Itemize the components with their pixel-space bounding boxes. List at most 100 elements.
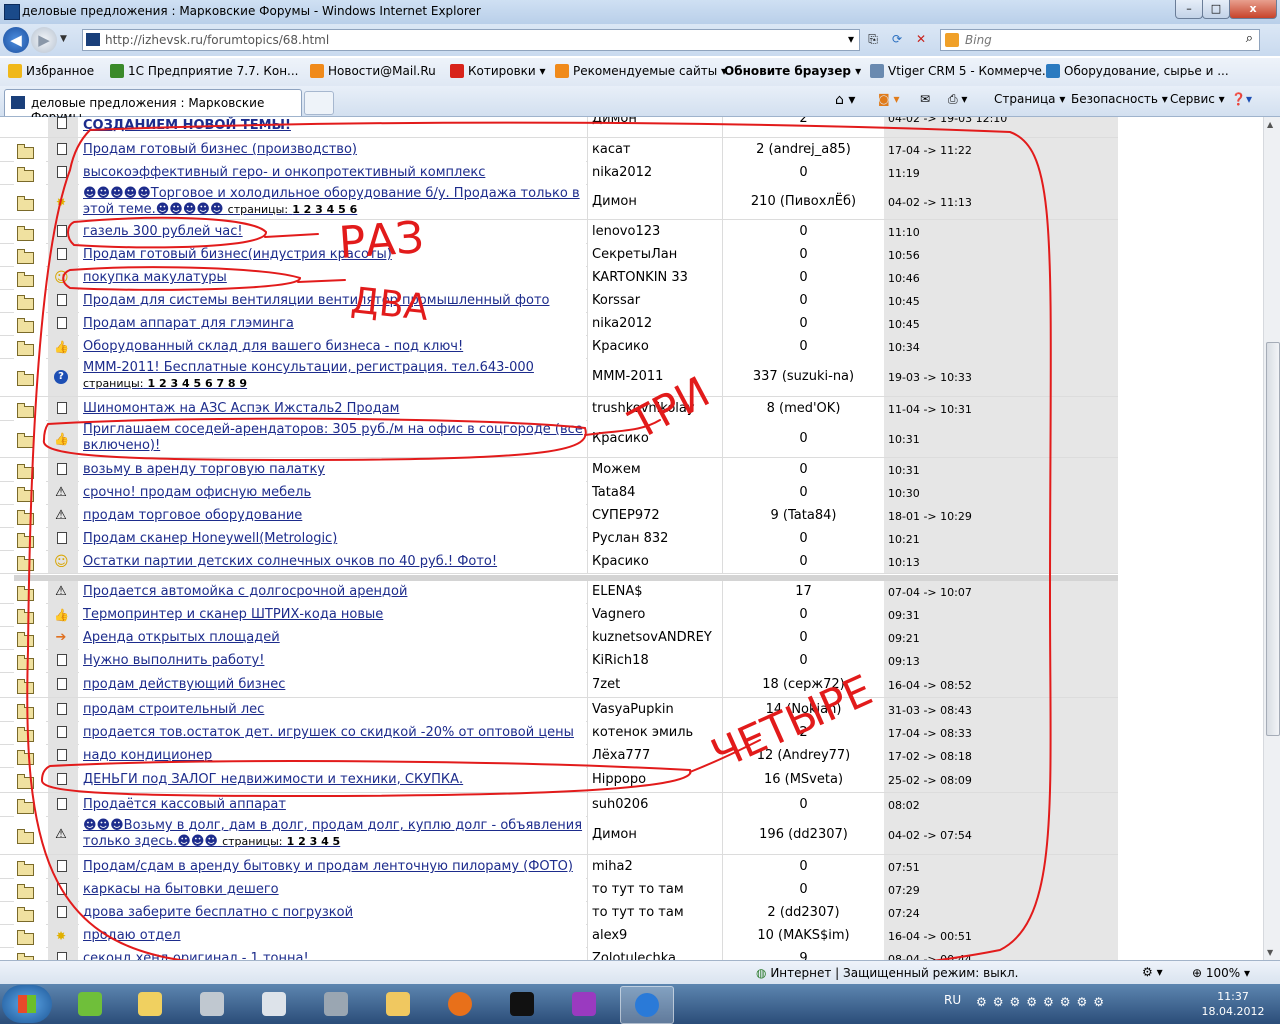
- topic-title-link[interactable]: продам действующий бизнес: [83, 677, 285, 693]
- safety-menu[interactable]: Безопасность ▾: [1071, 92, 1168, 106]
- page-links[interactable]: 1 2 3 4 5 6 7 8 9: [148, 377, 248, 390]
- topic-title-link[interactable]: МММ-2011! Бесплатные консультации, регис…: [83, 360, 583, 392]
- topic-title-link[interactable]: Продам готовый бизнес(индустрия красоты): [83, 247, 392, 263]
- language-indicator[interactable]: RU: [944, 993, 961, 1007]
- topic-title-link[interactable]: Продам для системы вентиляции вентилятор…: [83, 293, 549, 309]
- topic-title-link[interactable]: каркасы на бытовки дешего: [83, 882, 279, 898]
- page-menu[interactable]: Страница ▾: [994, 92, 1065, 106]
- rss-feeds-icon[interactable]: ◙ ▾: [878, 92, 899, 106]
- taskbar-app-tool[interactable]: [186, 986, 238, 1022]
- minimize-button[interactable]: –: [1175, 0, 1203, 19]
- topic-title-link[interactable]: Термопринтер и сканер ШТРИХ-кода новые: [83, 607, 383, 623]
- zoom-level: 100%: [1205, 966, 1241, 980]
- topic-title-link[interactable]: покупка макулатуры: [83, 270, 227, 286]
- folder-cell: [14, 855, 46, 878]
- topic-title-link[interactable]: срочно! продам офисную мебель: [83, 485, 311, 501]
- topic-title-link[interactable]: Продам сканер Honeywell(Metrologic): [83, 531, 337, 547]
- page-links[interactable]: 1 2 3 4 5: [287, 835, 341, 848]
- author-cell: trushkovnikolay: [587, 397, 722, 420]
- title-cell: Продам аппарат для глэминга: [79, 312, 586, 335]
- topic-title-link[interactable]: Шиномонтаж на АЗС Аспэк Ижсталь2 Продам: [83, 401, 399, 417]
- taskbar-app-pen[interactable]: [310, 986, 362, 1022]
- topic-replies: 0: [799, 339, 808, 354]
- zoom-control[interactable]: ⊕ 100% ▾: [1192, 966, 1250, 980]
- topic-title-link[interactable]: дрова заберите бесплатно с погрузкой: [83, 905, 353, 921]
- scrollbar-thumb[interactable]: [1266, 342, 1280, 736]
- print-icon[interactable]: ⎙ ▾: [948, 92, 967, 107]
- taskbar-app-ie[interactable]: [620, 986, 674, 1024]
- topic-title-link[interactable]: Оборудованный склад для вашего бизнеса -…: [83, 339, 463, 355]
- topic-title-link[interactable]: высокоэффективный геро- и онкопротективн…: [83, 165, 485, 181]
- home-icon[interactable]: ⌂ ▾: [835, 92, 855, 108]
- topic-title-link[interactable]: ☻☻☻☻☻Торговое и холодильное оборудование…: [83, 186, 583, 218]
- forward-button[interactable]: ▶: [31, 27, 57, 53]
- fav-link-suggested[interactable]: Рекомендуемые сайты ▾: [555, 64, 727, 78]
- topic-title-link[interactable]: Аренда открытых площадей: [83, 630, 280, 646]
- start-button[interactable]: [2, 985, 52, 1023]
- folder-cell: [14, 816, 46, 854]
- search-icon[interactable]: ⌕: [1246, 31, 1253, 46]
- topic-title-link[interactable]: продается тов.остаток дет. игрушек со ск…: [83, 725, 574, 741]
- help-icon[interactable]: ❓▾: [1231, 92, 1252, 106]
- address-bar[interactable]: http://izhevsk.ru/forumtopics/68.html: [82, 29, 860, 51]
- favorites-button[interactable]: Избранное: [8, 64, 94, 78]
- search-box[interactable]: Bing ⌕: [940, 29, 1260, 51]
- refresh-icon[interactable]: ⟳: [888, 31, 906, 48]
- protected-mode-icon[interactable]: ⚙ ▾: [1142, 965, 1163, 979]
- taskbar-app-gadgets[interactable]: [64, 986, 116, 1022]
- topic-title-link[interactable]: возьму в аренду торговую палатку: [83, 462, 325, 478]
- tools-menu[interactable]: Сервис ▾: [1170, 92, 1225, 106]
- taskbar-app-console[interactable]: [496, 986, 548, 1022]
- taskbar-app-calculator[interactable]: [248, 986, 300, 1022]
- maximize-button[interactable]: □: [1202, 0, 1230, 19]
- new-tab-button[interactable]: [304, 91, 334, 115]
- tray-icons[interactable]: ⚙⚙⚙⚙⚙⚙⚙⚙: [976, 995, 1110, 1009]
- topic-title-link[interactable]: продам торговое оборудование: [83, 508, 302, 524]
- taskbar-app-folder[interactable]: [124, 986, 176, 1022]
- topic-title-link[interactable]: продам строительный лес: [83, 702, 264, 718]
- recent-pages-dropdown-icon[interactable]: ▼: [60, 34, 67, 44]
- replies-cell: 0: [722, 793, 884, 816]
- scroll-up-icon[interactable]: ▲: [1267, 120, 1273, 129]
- address-dropdown-icon[interactable]: ▾: [842, 31, 860, 48]
- stop-icon[interactable]: ✕: [912, 31, 930, 48]
- topic-title-link[interactable]: ДЕНЬГИ под ЗАЛОГ недвижимости и техники,…: [83, 772, 463, 788]
- replies-cell: 2 (andrej_a85): [722, 138, 884, 161]
- fav-link-mail-news[interactable]: Новости@Mail.Ru: [310, 64, 436, 78]
- replies-cell: 0: [722, 481, 884, 504]
- topic-title-link[interactable]: ☻☻☻Возьму в долг, дам в долг, продам дол…: [83, 818, 583, 850]
- tab-forum[interactable]: деловые предложения : Марковские Форумы: [4, 89, 302, 124]
- taskbar-app-firefox[interactable]: [434, 986, 486, 1022]
- close-button[interactable]: x: [1229, 0, 1277, 19]
- topic-title-link[interactable]: Остатки партии детских солнечных очков п…: [83, 554, 497, 570]
- fav-link-1c[interactable]: 1С Предприятие 7.7. Кон...: [110, 64, 298, 78]
- topic-title-link[interactable]: Продам/сдам в аренду бытовку и продам ле…: [83, 859, 573, 875]
- compatibility-view-icon[interactable]: ⎘: [864, 31, 882, 48]
- taskbar-app-winrar[interactable]: [558, 986, 610, 1022]
- page-links[interactable]: 1 2 3 4 5 6: [292, 203, 357, 216]
- fav-link-equipment[interactable]: Оборудование, сырье и ...: [1046, 64, 1229, 78]
- scroll-down-icon[interactable]: ▼: [1267, 948, 1273, 957]
- topic-title-link[interactable]: Нужно выполнить работу!: [83, 653, 264, 669]
- topic-author: lenovo123: [592, 224, 661, 239]
- fav-link-vtiger[interactable]: Vtiger CRM 5 - Коммерче...: [870, 64, 1053, 78]
- fav-link-update-browser[interactable]: Обновите браузер ▾: [724, 64, 861, 78]
- topic-title-link[interactable]: Продаётся кассовый аппарат: [83, 797, 286, 813]
- topic-title-link[interactable]: надо кондиционер: [83, 748, 212, 764]
- vertical-scrollbar[interactable]: ▲ ▼: [1263, 117, 1280, 960]
- author-cell: касат: [587, 138, 722, 161]
- fav-link-quotes[interactable]: Котировки ▾: [450, 64, 546, 78]
- topic-title-link[interactable]: секонд хенд оригинал - 1 тонна!: [83, 951, 309, 960]
- topic-time: 07-04 -> 10:07: [888, 586, 972, 599]
- topic-title-link[interactable]: Продам готовый бизнес (производство): [83, 142, 357, 158]
- topic-title-link[interactable]: Приглашаем соседей-арендаторов: 305 руб.…: [83, 422, 583, 454]
- system-clock[interactable]: 11:37 18.04.2012: [1200, 989, 1266, 1019]
- topic-title-link[interactable]: Продам аппарат для глэминга: [83, 316, 294, 332]
- read-mail-icon[interactable]: ✉: [920, 92, 930, 106]
- topic-title-link[interactable]: Продается автомойка с долгосрочной аренд…: [83, 584, 407, 600]
- topic-title-link[interactable]: газель 300 рублей час!: [83, 224, 243, 240]
- topic-title-link[interactable]: продаю отдел: [83, 928, 181, 944]
- back-button[interactable]: ◀: [3, 27, 29, 53]
- topic-title-link[interactable]: СОЗДАНИЕМ НОВОЙ ТЕМЫ!: [83, 118, 291, 134]
- taskbar-app-explorer[interactable]: [372, 986, 424, 1022]
